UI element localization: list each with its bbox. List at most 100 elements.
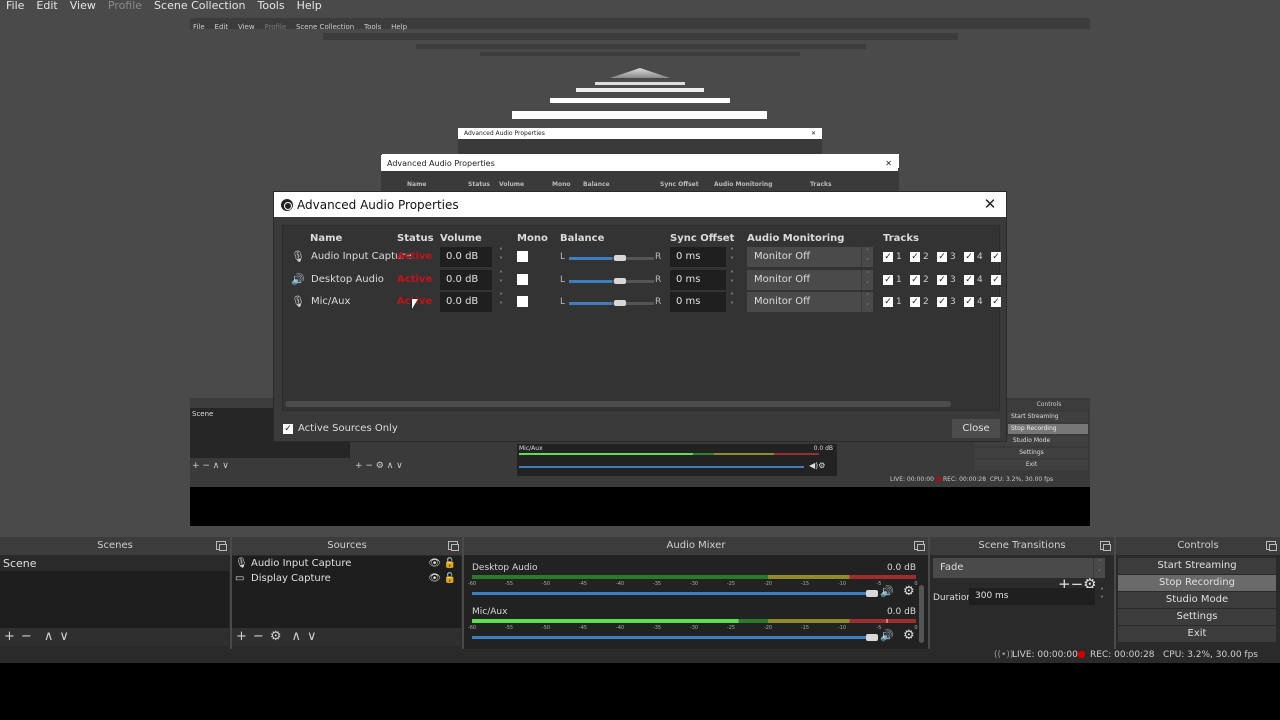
menu-profile[interactable]: Profile	[102, 0, 148, 12]
menu-file[interactable]: File	[0, 0, 30, 12]
scene-item[interactable]: Scene	[0, 556, 229, 571]
speaker-icon[interactable]: 🔊	[880, 629, 894, 642]
volume-spinner-icon[interactable]: ˄ ˅	[496, 270, 506, 290]
move-down-icon[interactable]: ∨	[307, 628, 317, 646]
sync-offset-input[interactable]: 0 ms	[670, 269, 726, 290]
duration-spinner-icon[interactable]: ˄ ˅	[1097, 588, 1107, 605]
mixer-scrollbar[interactable]	[919, 585, 924, 643]
checkbox-checked-icon[interactable]: ✓	[991, 274, 1001, 285]
speaker-icon[interactable]: 🔊	[880, 585, 894, 598]
volume-slider[interactable]	[472, 592, 876, 595]
volume-input[interactable]: 0.0 dB	[440, 292, 492, 312]
lock-icon[interactable]: 🔓	[444, 556, 456, 571]
eye-icon[interactable]: 👁	[428, 556, 441, 571]
volume-slider[interactable]	[472, 636, 876, 639]
checkbox-checked-icon[interactable]: ✓	[937, 274, 947, 285]
track-3-checkbox[interactable]: ✓ 3	[937, 252, 956, 262]
source-item[interactable]: ▭ Display Capture 👁 🔓	[232, 571, 461, 586]
balance-slider-handle[interactable]	[613, 300, 626, 306]
source-item[interactable]: 🎙 Audio Input Capture 👁 🔓	[232, 556, 461, 571]
menu-view[interactable]: View	[64, 0, 102, 12]
checkbox-checked-icon[interactable]: ✓	[964, 252, 974, 262]
sync-offset-spinner-icon[interactable]: ˄ ˅	[727, 292, 737, 312]
volume-spinner-icon[interactable]: ˄ ˅	[496, 247, 506, 267]
track-4-checkbox[interactable]: ✓ 4	[964, 274, 983, 285]
track-5-checkbox[interactable]: ✓	[991, 252, 1001, 262]
menu-tools[interactable]: Tools	[252, 0, 291, 12]
volume-input[interactable]: 0.0 dB	[440, 269, 492, 290]
track-2-checkbox[interactable]: ✓ 2	[910, 274, 929, 285]
menu-scene-collection[interactable]: Scene Collection	[148, 0, 251, 12]
dialog-titlebar[interactable]: Advanced Audio Properties	[274, 192, 1006, 217]
sync-offset-spinner-icon[interactable]: ˄ ˅	[727, 270, 737, 290]
audio-monitoring-select[interactable]: Monitor Off ˄ ˅	[747, 292, 873, 312]
track-4-checkbox[interactable]: ✓ 4	[964, 252, 983, 262]
remove-source-icon[interactable]: −	[253, 628, 264, 646]
mono-checkbox[interactable]	[517, 273, 528, 285]
remove-scene-icon[interactable]: −	[21, 628, 32, 646]
checkbox-checked-icon[interactable]: ✓	[991, 252, 1001, 262]
checkbox-checked-icon[interactable]: ✓	[964, 274, 974, 285]
move-up-icon[interactable]: ∧	[291, 628, 301, 646]
balance-slider-handle[interactable]	[613, 277, 626, 284]
horizontal-scrollbar[interactable]	[285, 401, 951, 407]
studio-mode-button[interactable]: Studio Mode	[1118, 592, 1276, 608]
checkbox-checked-icon[interactable]: ✓	[883, 297, 893, 307]
move-up-icon[interactable]: ∧	[44, 628, 54, 646]
close-button[interactable]: Close	[952, 419, 1000, 438]
checkbox-checked-icon[interactable]: ✓	[991, 297, 1001, 307]
undock-icon[interactable]	[1266, 541, 1277, 551]
volume-slider-handle[interactable]	[866, 634, 878, 641]
undock-icon[interactable]	[914, 541, 925, 551]
checkbox-checked-icon[interactable]: ✓	[910, 274, 920, 285]
exit-button[interactable]: Exit	[1118, 626, 1276, 642]
track-4-checkbox[interactable]: ✓ 4	[964, 297, 983, 307]
gear-icon[interactable]: ⚙	[903, 584, 915, 599]
move-down-icon[interactable]: ∨	[59, 628, 69, 646]
mono-checkbox[interactable]	[517, 251, 528, 262]
menu-help[interactable]: Help	[291, 0, 328, 12]
mono-checkbox[interactable]	[517, 296, 528, 307]
track-5-checkbox[interactable]: ✓	[991, 274, 1001, 285]
track-3-checkbox[interactable]: ✓ 3	[937, 274, 956, 285]
active-sources-only-checkbox[interactable]: ✓ Active Sources Only	[283, 423, 398, 434]
add-scene-icon[interactable]: +	[4, 628, 15, 646]
stop-recording-button[interactable]: Stop Recording	[1118, 575, 1276, 591]
eye-icon[interactable]: 👁	[428, 571, 441, 586]
audio-monitoring-select[interactable]: Monitor Off ˄ ˅	[747, 247, 873, 267]
add-source-icon[interactable]: +	[236, 628, 247, 646]
checkbox-checked-icon[interactable]: ✓	[937, 252, 947, 262]
audio-monitoring-select[interactable]: Monitor Off ˄ ˅	[747, 269, 873, 290]
checkbox-checked-icon[interactable]: ✓	[883, 274, 893, 285]
sync-offset-spinner-icon[interactable]: ˄ ˅	[727, 247, 737, 267]
track-1-checkbox[interactable]: ✓ 1	[883, 252, 902, 262]
track-3-checkbox[interactable]: ✓ 3	[937, 297, 956, 307]
checkbox-checked-icon[interactable]: ✓	[910, 297, 920, 307]
track-1-checkbox[interactable]: ✓ 1	[883, 274, 902, 285]
lock-icon[interactable]: 🔓	[444, 571, 456, 586]
gear-icon[interactable]: ⚙	[903, 628, 915, 643]
checkbox-checked-icon[interactable]: ✓	[964, 297, 974, 307]
track-1-checkbox[interactable]: ✓ 1	[883, 297, 902, 307]
track-5-checkbox[interactable]: ✓	[991, 297, 1001, 307]
undock-icon[interactable]	[1100, 541, 1111, 551]
start-streaming-button[interactable]: Start Streaming	[1118, 558, 1276, 574]
dialog-close-icon[interactable]: ✕	[982, 196, 998, 212]
volume-spinner-icon[interactable]: ˄ ˅	[496, 292, 506, 312]
sync-offset-input[interactable]: 0 ms	[670, 247, 726, 267]
source-properties-gear-icon[interactable]: ⚙	[270, 628, 282, 646]
balance-slider-handle[interactable]	[613, 255, 626, 261]
checkbox-checked-icon[interactable]: ✓	[883, 252, 893, 262]
menu-edit[interactable]: Edit	[30, 0, 63, 12]
settings-button[interactable]: Settings	[1118, 609, 1276, 625]
track-2-checkbox[interactable]: ✓ 2	[910, 297, 929, 307]
track-2-checkbox[interactable]: ✓ 2	[910, 252, 929, 262]
volume-slider-handle[interactable]	[866, 590, 878, 597]
undock-icon[interactable]	[448, 541, 459, 551]
sync-offset-input[interactable]: 0 ms	[670, 292, 726, 312]
checkbox-checked-icon[interactable]: ✓	[910, 252, 920, 262]
checkbox-checked-icon[interactable]: ✓	[283, 423, 293, 434]
volume-input[interactable]: 0.0 dB	[440, 247, 492, 267]
checkbox-checked-icon[interactable]: ✓	[937, 297, 947, 307]
duration-input[interactable]: 300 ms	[969, 588, 1095, 605]
